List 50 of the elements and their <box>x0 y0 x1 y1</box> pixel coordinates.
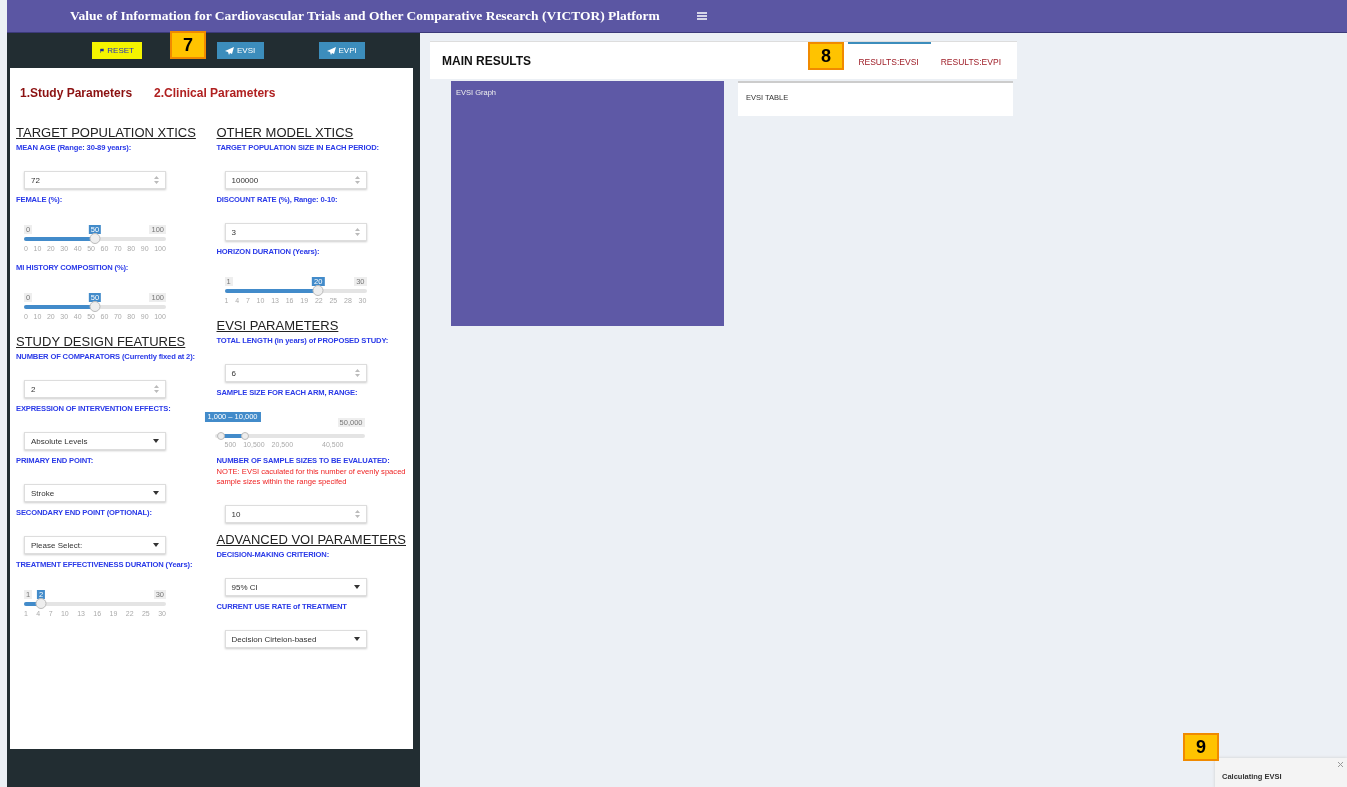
spinner-icon <box>354 510 360 518</box>
paper-plane-icon <box>225 46 234 55</box>
app-title: Value of Information for Cardiovascular Trials and Other Comparative Research (VICTOR) Platform <box>69 8 660 24</box>
slider-thumb[interactable] <box>89 301 101 312</box>
slider-thumb[interactable] <box>312 285 324 296</box>
callout-number: 8 <box>808 42 844 70</box>
run-button[interactable]: EVPI <box>318 42 365 59</box>
menu-icon[interactable] <box>695 11 708 21</box>
reset-button[interactable]: RESET <box>92 42 142 59</box>
number-input[interactable]: 10 <box>224 505 367 523</box>
spinner-icon <box>154 176 159 184</box>
caret-icon <box>153 543 159 547</box>
section-heading: EVSI PARAMETERS <box>216 318 340 333</box>
section-heading: OTHER MODEL XTICS <box>216 125 355 140</box>
caret-icon <box>153 491 159 495</box>
slider-thumb[interactable] <box>35 598 47 609</box>
tab[interactable]: RESULTS:EVPI <box>930 42 1011 79</box>
spinner-icon <box>354 228 360 236</box>
tab[interactable]: 2.Clinical Parameters <box>154 86 276 100</box>
tab[interactable]: RESULTS:EVSI <box>848 42 931 79</box>
spinner-icon <box>354 176 360 184</box>
results-title: MAIN RESULTS <box>442 53 532 68</box>
number-input[interactable]: 72 <box>24 171 166 189</box>
dropdown[interactable]: Decision Cirteion-based <box>224 630 367 648</box>
callout-number: 9 <box>1183 733 1219 761</box>
slider-thumb[interactable] <box>216 432 225 440</box>
number-input[interactable]: 6 <box>224 364 367 382</box>
number-input[interactable]: 3 <box>224 223 367 241</box>
section-heading: STUDY DESIGN FEATURES <box>16 334 187 349</box>
dropdown[interactable]: Absolute Levels <box>24 432 166 450</box>
spinner-icon <box>154 385 159 393</box>
number-input[interactable]: 100000 <box>224 171 367 189</box>
slider-thumb[interactable] <box>240 432 249 440</box>
caret-icon <box>353 637 360 641</box>
run-button[interactable]: EVSI <box>217 42 264 59</box>
section-heading: TARGET POPULATION XTICS <box>16 125 197 140</box>
section-heading: ADVANCED VOI PARAMETERS <box>216 532 407 547</box>
dropdown[interactable]: 95% CI <box>224 578 367 596</box>
caret-icon <box>153 439 159 443</box>
dropdown[interactable]: Stroke <box>24 484 166 502</box>
dropdown[interactable]: Please Select: <box>24 536 166 554</box>
number-input[interactable]: 2 <box>24 380 166 398</box>
close-icon[interactable] <box>1338 762 1343 767</box>
callout-number: 7 <box>170 31 206 59</box>
flag-icon <box>100 46 105 55</box>
paper-plane-icon <box>326 46 336 55</box>
slider-thumb[interactable] <box>89 233 101 244</box>
spinner-icon <box>354 369 360 377</box>
tab[interactable]: 1.Study Parameters <box>20 86 133 100</box>
caret-icon <box>353 585 360 589</box>
